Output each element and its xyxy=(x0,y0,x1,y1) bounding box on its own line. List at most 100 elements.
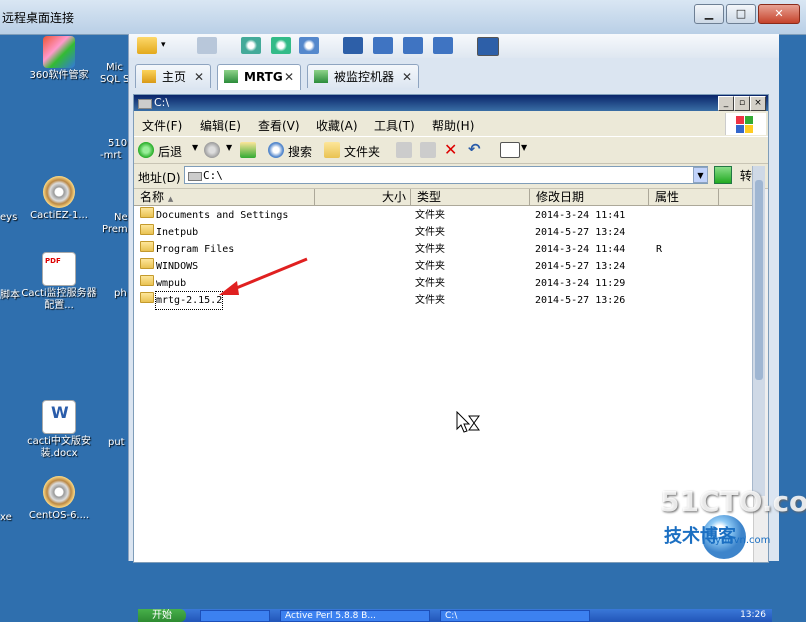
chevron-down-icon[interactable]: ▼ xyxy=(226,143,232,152)
file-attr: R xyxy=(656,244,663,255)
column-name[interactable]: 名称 ▲ xyxy=(134,189,315,205)
taskbar-item[interactable]: Active Perl 5.8.8 B... xyxy=(280,610,430,622)
partial-label: ph xyxy=(114,288,127,299)
screen-icon[interactable] xyxy=(477,37,499,56)
close-icon[interactable]: ✕ xyxy=(402,65,412,89)
taskbar-item[interactable] xyxy=(200,610,270,622)
home-icon xyxy=(142,70,156,83)
address-bar: 地址(D) C:\ ▼ 转到 xyxy=(134,164,768,189)
taskbar-item[interactable]: C:\ xyxy=(440,610,590,622)
start-button[interactable]: 开始 xyxy=(138,609,186,622)
file-row[interactable]: Inetpub 文件夹 2014-5-27 13:24 xyxy=(134,224,768,241)
refresh-icon[interactable] xyxy=(241,37,261,54)
partial-label: Ne xyxy=(114,212,128,223)
desktop-icon-360[interactable]: 360软件管家 xyxy=(20,36,98,82)
hourglass-cursor-icon xyxy=(456,411,480,433)
window-icon[interactable] xyxy=(373,37,393,54)
desktop-icon-docx[interactable]: cacti中文版安装.docx xyxy=(20,400,98,460)
menu-edit[interactable]: 编辑(E) xyxy=(200,117,241,134)
partial-label: eys xyxy=(0,212,18,223)
file-name: WINDOWS xyxy=(156,261,199,272)
close-icon[interactable]: ✕ xyxy=(284,65,294,89)
folder-up-icon[interactable] xyxy=(240,142,256,158)
menu-view[interactable]: 查看(V) xyxy=(258,117,300,134)
close-button[interactable]: × xyxy=(750,96,766,111)
fullscreen-icon[interactable] xyxy=(403,37,423,54)
disc-icon xyxy=(43,176,75,208)
partial-label: put xyxy=(108,437,125,448)
column-modified[interactable]: 修改日期 xyxy=(530,189,649,205)
chevron-down-icon[interactable]: ▾ xyxy=(161,37,181,54)
address-input[interactable]: C:\ xyxy=(184,166,708,184)
viewer-tabs: 主页 ✕ MRTG ✕ 被监控机器 ✕ xyxy=(129,58,779,94)
search-button[interactable]: 搜索 xyxy=(288,143,312,160)
standard-toolbar: 后退 ▼ ▼ 搜索 文件夹 ✕ ↶ ▼ xyxy=(134,137,768,164)
drive-icon xyxy=(188,172,202,181)
file-type: 文件夹 xyxy=(415,244,445,255)
annotation-arrow xyxy=(219,257,308,295)
maximize-button[interactable]: □ xyxy=(726,4,756,24)
file-name: wmpub xyxy=(156,278,187,289)
viewer-scrollbar[interactable] xyxy=(752,166,765,496)
tab-label: 主页 xyxy=(162,70,187,84)
watermark-site: 51CTO.com xyxy=(660,485,806,518)
settings-icon[interactable] xyxy=(299,37,319,54)
360-icon xyxy=(43,36,75,68)
tab-home[interactable]: 主页 ✕ xyxy=(135,64,211,88)
tab-label: MRTG xyxy=(244,70,283,84)
maximize-button[interactable]: ▫ xyxy=(734,96,750,111)
computer-icon xyxy=(314,70,328,83)
connect-icon[interactable] xyxy=(271,37,291,54)
desktop-icon-pdf[interactable]: Cacti监控服务器配置... xyxy=(20,252,98,312)
copy-to-icon[interactable] xyxy=(420,142,436,158)
tab-monitored[interactable]: 被监控机器 ✕ xyxy=(307,64,419,88)
file-type: 文件夹 xyxy=(415,210,445,221)
column-type[interactable]: 类型 xyxy=(411,189,530,205)
window-icon[interactable] xyxy=(343,37,363,54)
desktop-icon-centos[interactable]: CentOS-6.... xyxy=(20,476,98,522)
minimize-button[interactable]: ▁ xyxy=(694,4,724,24)
menu-favorites[interactable]: 收藏(A) xyxy=(316,117,358,134)
watermark-line3: yunvn.com xyxy=(715,535,771,546)
go-arrow-icon xyxy=(714,166,732,184)
menu-help[interactable]: 帮助(H) xyxy=(432,117,474,134)
close-button[interactable]: ✕ xyxy=(758,4,800,24)
folder-icon xyxy=(140,241,154,252)
file-row[interactable]: Documents and Settings 文件夹 2014-3-24 11:… xyxy=(134,207,768,224)
menu-tools[interactable]: 工具(T) xyxy=(374,117,415,134)
desktop-icon-cactiez[interactable]: CactiEZ-1... xyxy=(20,176,98,222)
tab-mrtg[interactable]: MRTG ✕ xyxy=(217,64,301,90)
drive-icon xyxy=(138,99,152,109)
file-modified: 2014-3-24 11:41 xyxy=(535,210,626,221)
disc-icon xyxy=(43,476,75,508)
partial-label: 脚本 xyxy=(0,290,20,301)
monitor-icon[interactable] xyxy=(433,37,453,54)
folder-icon xyxy=(140,224,154,235)
pdf-icon xyxy=(42,252,76,286)
undo-icon[interactable]: ↶ xyxy=(468,140,481,158)
desktop-icon-label: cacti中文版安装.docx xyxy=(27,436,91,459)
back-button[interactable]: 后退 xyxy=(158,143,182,160)
file-name: Documents and Settings xyxy=(156,210,289,221)
close-icon[interactable]: ✕ xyxy=(194,65,204,89)
network-icon[interactable] xyxy=(197,37,217,54)
back-arrow-icon[interactable] xyxy=(138,142,154,158)
views-icon[interactable] xyxy=(500,142,520,158)
delete-icon[interactable]: ✕ xyxy=(444,140,457,159)
minimize-button[interactable]: _ xyxy=(718,96,734,111)
menu-file[interactable]: 文件(F) xyxy=(142,117,182,134)
column-size[interactable]: 大小 xyxy=(315,189,411,205)
chevron-down-icon[interactable]: ▼ xyxy=(192,143,198,152)
column-attributes[interactable]: 属性 xyxy=(649,189,719,205)
chevron-down-icon[interactable]: ▼ xyxy=(693,167,708,183)
address-label: 地址(D) xyxy=(138,171,181,185)
move-to-icon[interactable] xyxy=(396,142,412,158)
folders-button[interactable]: 文件夹 xyxy=(344,143,380,160)
file-modified: 2014-3-24 11:44 xyxy=(535,244,626,255)
forward-arrow-icon[interactable] xyxy=(204,142,220,158)
partial-label: Mic xyxy=(106,62,123,73)
explorer-title: C:\ xyxy=(154,96,170,109)
folder-icon[interactable] xyxy=(137,37,157,54)
scrollbar-thumb[interactable] xyxy=(755,180,763,380)
chevron-down-icon[interactable]: ▼ xyxy=(521,143,527,152)
